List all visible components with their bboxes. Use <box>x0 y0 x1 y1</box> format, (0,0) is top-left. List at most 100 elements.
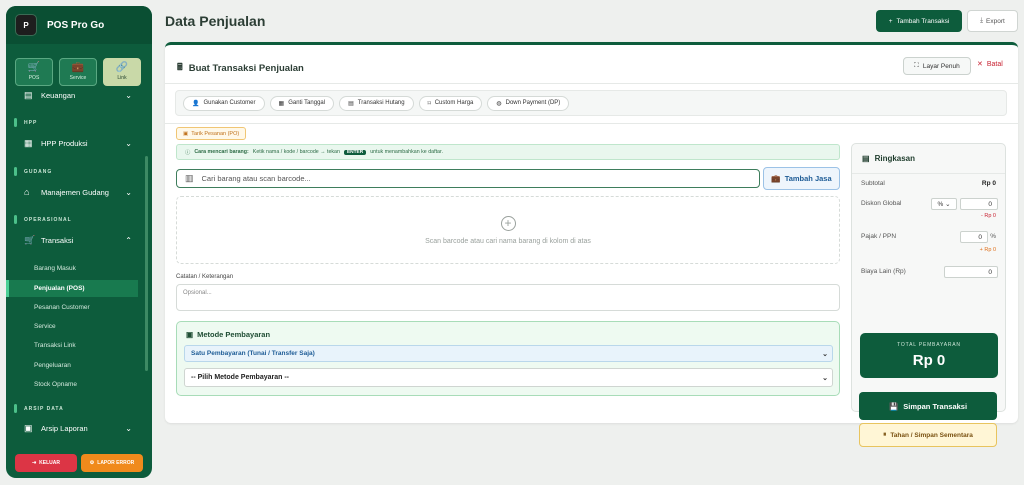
user-icon: 👤 <box>192 100 200 107</box>
book-icon: ▤ <box>348 100 354 107</box>
subtotal-value: Rp 0 <box>981 180 996 187</box>
subtotal-row: Subtotal Rp 0 <box>861 180 996 187</box>
change-date-button[interactable]: ▦ Ganti Tanggal <box>269 95 335 111</box>
warehouse-icon: ⌂ <box>24 187 30 197</box>
inbox-icon: ▣ <box>183 130 189 137</box>
hold-transaction-button[interactable]: ⏸ Tahan / Simpan Sementara <box>859 423 997 447</box>
page-title: Data Penjualan <box>165 13 266 29</box>
mode-link-button[interactable]: 🔗 Link <box>103 58 141 86</box>
discount-input[interactable]: 0 <box>960 198 998 210</box>
sidebar-sub-service[interactable]: Service <box>6 318 138 335</box>
sidebar-item-keuangan[interactable]: ▤ Keuangan ⌄ <box>24 86 132 104</box>
enter-key-badge: ENTER <box>343 149 367 155</box>
save-transaction-button[interactable]: 💾 Simpan Transaksi <box>859 392 997 420</box>
divider <box>165 83 1018 84</box>
gear-icon: ⚙ <box>89 460 95 466</box>
mode-pos-button[interactable]: 🛒 POS <box>15 58 53 86</box>
chevron-down-icon: ⌄ <box>125 423 132 433</box>
sidebar-nav: ▤ Keuangan ⌄ HPP ▦ HPP Produksi ⌄ GUDANG ⌂ Ma… <box>6 86 152 456</box>
cash-register-icon: 🖩 <box>177 62 183 73</box>
payment-method-select[interactable]: -- Pilih Metode Pembayaran -- ⌄ <box>184 368 833 387</box>
custom-price-button[interactable]: ⌑ Custom Harga <box>418 95 483 111</box>
section-arsip: ARSIP DATA <box>24 406 64 412</box>
notes-label: Catatan / Keterangan <box>176 274 234 280</box>
divider <box>852 173 1005 174</box>
calendar-icon: ▦ <box>278 100 285 107</box>
plus-circle-icon: + <box>500 215 516 231</box>
sidebar-item-transaksi[interactable]: 🛒 Transaksi ⌃ <box>24 231 132 249</box>
calculator-icon: ▦ <box>24 137 33 148</box>
section-marker <box>14 118 17 127</box>
sidebar-sub-stock-opname[interactable]: Stock Opname <box>6 376 138 393</box>
barcode-icon: ▥ <box>185 173 194 183</box>
fullscreen-button[interactable]: ⛶ Layar Penuh <box>903 57 971 75</box>
debt-transaction-button[interactable]: ▤ Transaksi Hutang <box>339 95 414 111</box>
add-transaction-button[interactable]: + Tambah Transaksi <box>876 10 962 32</box>
export-button[interactable]: ⤓ Export <box>967 10 1018 32</box>
chevron-down-icon: ⌄ <box>125 138 132 148</box>
app-logo: P <box>15 14 37 36</box>
wallet-icon: ▣ <box>186 330 194 339</box>
wallet-icon: ▤ <box>24 89 33 100</box>
notes-input[interactable] <box>176 284 840 311</box>
cart-icon: 🛒 <box>27 62 41 73</box>
down-payment-button[interactable]: ◍ Down Payment (DP) <box>487 95 570 111</box>
chevron-up-icon: ⌃ <box>125 235 132 245</box>
search-tip: ⓘ Cara mencari barang: Ketik nama / kode… <box>176 144 840 160</box>
chevron-down-icon: ⌄ <box>125 90 132 100</box>
chevron-down-icon: ⌄ <box>945 201 951 208</box>
sidebar-scrollbar[interactable] <box>145 156 148 371</box>
section-marker <box>14 167 17 176</box>
total-box: TOTAL PEMBAYARAN Rp 0 <box>860 333 998 378</box>
cancel-button[interactable]: ✕ Batal <box>977 60 1003 69</box>
sidebar-item-manajemen-gudang[interactable]: ⌂ Manajemen Gudang ⌄ <box>24 183 132 201</box>
cart-icon: 🛒 <box>24 234 36 245</box>
tag-icon: ⌑ <box>427 100 431 107</box>
sidebar-sub-barang-masuk[interactable]: Barang Masuk <box>6 260 138 277</box>
app-name: POS Pro Go <box>47 19 105 31</box>
pause-icon: ⏸ <box>883 431 887 438</box>
summary-panel: ▤ Ringkasan Subtotal Rp 0 Diskon Global % … <box>851 143 1006 412</box>
sidebar-sub-pengeluaran[interactable]: Pengeluaran <box>6 357 138 374</box>
section-hpp: HPP <box>24 120 38 126</box>
summary-title: ▤ Ringkasan <box>862 154 916 163</box>
tax-unit: % <box>990 233 996 240</box>
total-value: Rp 0 <box>912 352 946 369</box>
tax-input[interactable]: 0 <box>960 231 988 243</box>
use-customer-button[interactable]: 👤 Gunakan Customer <box>183 95 265 111</box>
discount-amount: - Rp 0 <box>981 213 996 219</box>
section-operasional: OPERASIONAL <box>24 217 72 223</box>
mode-service-button[interactable]: 💼 Service <box>59 58 97 86</box>
briefcase-icon: 💼 <box>771 174 781 183</box>
tax-amount: + Rp 0 <box>979 247 996 253</box>
other-cost-input[interactable]: 0 <box>944 266 998 278</box>
mode-switcher: 🛒 POS 💼 Service 🔗 Link <box>6 58 152 86</box>
section-gudang: GUDANG <box>24 169 53 175</box>
sidebar-item-hpp-produksi[interactable]: ▦ HPP Produksi ⌄ <box>24 134 132 152</box>
report-error-button[interactable]: ⚙ LAPOR ERROR <box>81 454 143 472</box>
section-marker <box>14 404 17 413</box>
sidebar-sub-pesanan-customer[interactable]: Pesanan Customer <box>6 299 138 316</box>
briefcase-icon: 💼 <box>71 62 85 73</box>
search-input[interactable] <box>201 174 722 183</box>
option-toolbar: 👤 Gunakan Customer ▦ Ganti Tanggal ▤ Transa… <box>175 90 1007 116</box>
sidebar-item-arsip-laporan[interactable]: ▣ Arsip Laporan ⌄ <box>24 419 132 437</box>
logout-button[interactable]: ⇥ KELUAR <box>15 454 77 472</box>
plus-icon: + <box>888 17 893 25</box>
download-icon: ⤓ <box>980 17 984 24</box>
discount-type-select[interactable]: % ⌄ <box>931 198 957 210</box>
transaction-card: 🖩 Buat Transaksi Penjualan ⛶ Layar Penuh ✕… <box>165 42 1018 447</box>
info-icon: ⓘ <box>185 150 191 156</box>
card-title: 🖩 Buat Transaksi Penjualan <box>177 60 304 76</box>
divider <box>165 123 1018 124</box>
payment-title: ▣ Metode Pembayaran <box>186 330 271 339</box>
sidebar-sub-transaksi-link[interactable]: Transaksi Link <box>6 337 138 354</box>
sidebar-sub-penjualan-pos[interactable]: Penjualan (POS) <box>6 280 138 297</box>
add-service-button[interactable]: 💼 Tambah Jasa <box>763 167 840 190</box>
payment-type-select[interactable]: Satu Pembayaran (Tunai / Transfer Saja) ⌄ <box>184 345 833 362</box>
payment-section: ▣ Metode Pembayaran Satu Pembayaran (Tuna… <box>176 321 840 396</box>
chevron-down-icon: ⌄ <box>125 187 132 197</box>
empty-cart-zone: + Scan barcode atau cari nama barang di … <box>176 196 840 264</box>
close-icon: ✕ <box>977 61 983 68</box>
pull-po-button[interactable]: ▣ Tarik Pesanan (PO) <box>176 127 247 140</box>
